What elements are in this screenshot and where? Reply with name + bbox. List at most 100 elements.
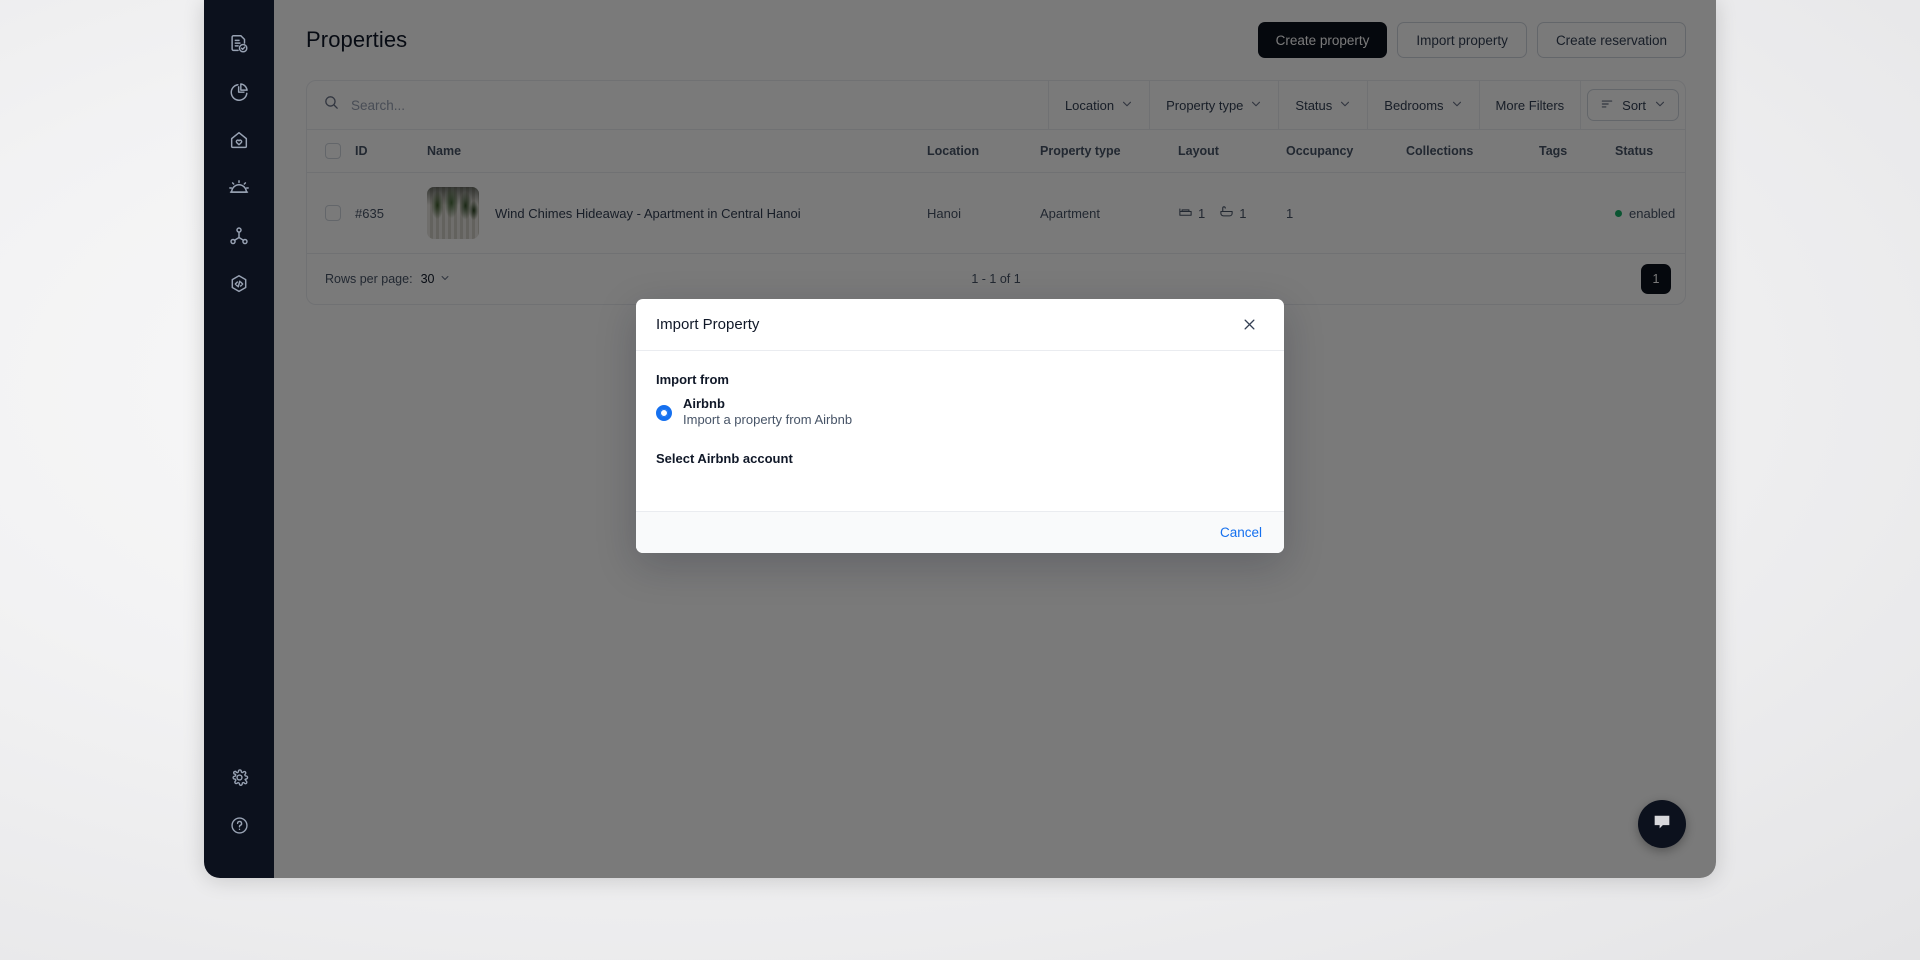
document-check-icon [228, 33, 250, 60]
row-id-cell: #635 [355, 172, 427, 254]
account-section: Select Airbnb account [656, 451, 1264, 466]
bathrooms-count: 1 [1239, 205, 1247, 221]
rows-per-page: Rows per page: 30 [325, 272, 450, 286]
column-header-tags[interactable]: Tags [1539, 130, 1615, 173]
sidebar-item-properties[interactable] [215, 118, 263, 166]
row-location: Hanoi [927, 172, 1040, 254]
hexagon-code-icon [228, 273, 250, 300]
more-filters-label: More Filters [1495, 97, 1565, 113]
sidebar-item-services[interactable] [215, 166, 263, 214]
sidebar-nav [204, 0, 274, 878]
column-header-property-type[interactable]: Property type [1040, 130, 1178, 173]
import-property-button[interactable]: Import property [1397, 22, 1527, 58]
rows-per-page-select[interactable]: 30 [421, 272, 451, 286]
chevron-down-icon [1250, 98, 1262, 113]
column-header-occupancy[interactable]: Occupancy [1286, 130, 1406, 173]
column-header-layout[interactable]: Layout [1178, 130, 1286, 173]
filter-property-type[interactable]: Property type [1149, 81, 1278, 129]
sidebar-item-developers[interactable] [215, 262, 263, 310]
import-from-label: Import from [656, 372, 729, 387]
column-header-collections[interactable]: Collections [1406, 130, 1539, 173]
chevron-down-icon [1121, 98, 1133, 113]
chevron-down-icon [440, 272, 450, 286]
sidebar-bottom-group [204, 756, 274, 852]
bed-icon [1178, 204, 1193, 222]
table-row[interactable]: #635 Wind Chimes Hideaway - Apartment in… [307, 172, 1685, 254]
sort-button[interactable]: Sort [1587, 89, 1679, 121]
page-number-1[interactable]: 1 [1641, 264, 1671, 294]
status-dot-icon [1615, 209, 1622, 217]
rows-per-page-label: Rows per page: [325, 272, 413, 286]
search-container [307, 81, 1048, 129]
airbnb-option-description: Import a property from Airbnb [683, 412, 853, 427]
chevron-down-icon [1654, 98, 1666, 113]
import-property-modal: Import Property Import from Airbnb Impor… [636, 299, 1284, 553]
search-input[interactable] [351, 97, 1032, 113]
column-header-status[interactable]: Status [1615, 130, 1685, 173]
column-header-location[interactable]: Location [927, 130, 1040, 173]
filter-status-label: Status [1295, 97, 1333, 113]
filter-status[interactable]: Status [1278, 81, 1367, 129]
table-body: #635 Wind Chimes Hideaway - Apartment in… [307, 172, 1685, 254]
airbnb-radio[interactable] [656, 405, 672, 421]
modal-footer: Cancel [636, 511, 1284, 553]
sort-lines-icon [1600, 97, 1614, 114]
page-title: Properties [306, 27, 408, 52]
create-reservation-button[interactable]: Create reservation [1536, 22, 1686, 58]
row-tags [1539, 172, 1615, 254]
bathtub-icon [1219, 204, 1234, 222]
filter-location[interactable]: Location [1047, 81, 1149, 129]
create-property-button[interactable]: Create property [1257, 22, 1388, 58]
select-all-header [307, 130, 355, 173]
sidebar-item-help[interactable] [215, 804, 263, 852]
row-select-cell [307, 172, 355, 254]
table-head: ID Name Location Property type Layout Oc… [307, 130, 1685, 173]
row-name-cell: Wind Chimes Hideaway - Apartment in Cent… [427, 172, 927, 254]
sidebar-item-integrations[interactable] [215, 214, 263, 262]
row-id: #635 [355, 205, 384, 221]
page-range-text: 1 - 1 of 1 [971, 272, 1021, 286]
row-status-cell: enabled [1615, 172, 1685, 254]
airbnb-option-title: Airbnb [683, 396, 725, 411]
row-collections [1406, 172, 1539, 254]
modal-header: Import Property [636, 299, 1284, 351]
question-circle-icon [229, 815, 250, 841]
sidebar-item-bookings[interactable] [215, 22, 263, 70]
rows-per-page-value: 30 [420, 272, 435, 286]
close-icon[interactable] [1236, 312, 1262, 338]
row-checkbox[interactable] [325, 205, 341, 221]
header-actions: Create property Import property Create r… [1257, 22, 1686, 58]
home-heart-icon [228, 129, 250, 156]
sidebar-item-settings[interactable] [215, 756, 263, 804]
sidebar-item-analytics[interactable] [215, 70, 263, 118]
sidebar-top-group [215, 22, 263, 310]
sort-label: Sort [1622, 97, 1646, 113]
modal-body: Import from Airbnb Import a property fro… [636, 351, 1284, 511]
chat-bubble-icon [1651, 811, 1673, 838]
bedrooms-count: 1 [1198, 205, 1206, 221]
properties-table-card: Location Property type Status [306, 80, 1686, 305]
modal-title: Import Property [656, 316, 760, 333]
filter-more-filters[interactable]: More Filters [1478, 81, 1581, 129]
properties-table: ID Name Location Property type Layout Oc… [307, 130, 1685, 254]
column-header-id[interactable]: ID [355, 130, 427, 173]
row-layout-cell: 1 1 [1178, 172, 1286, 254]
service-bell-icon [228, 177, 250, 204]
import-source-option-airbnb[interactable]: Airbnb Import a property from Airbnb [656, 396, 1264, 427]
status-badge: enabled [1629, 205, 1676, 221]
sort-group: Sort [1580, 81, 1685, 129]
filter-property-type-label: Property type [1166, 97, 1244, 113]
table-toolbar: Location Property type Status [307, 81, 1685, 130]
page-numbers: 1 [1641, 264, 1671, 294]
network-nodes-icon [228, 225, 250, 252]
property-thumbnail [427, 187, 479, 239]
row-property-name[interactable]: Wind Chimes Hideaway - Apartment in Cent… [495, 206, 801, 221]
chat-support-button[interactable] [1638, 800, 1686, 848]
table-header-row: ID Name Location Property type Layout Oc… [307, 130, 1685, 173]
select-all-checkbox[interactable] [325, 143, 341, 159]
chevron-down-icon [1451, 98, 1463, 113]
pie-chart-icon [228, 81, 250, 108]
cancel-button[interactable]: Cancel [1220, 525, 1262, 540]
column-header-name[interactable]: Name [427, 130, 927, 173]
filter-bedrooms[interactable]: Bedrooms [1367, 81, 1478, 129]
